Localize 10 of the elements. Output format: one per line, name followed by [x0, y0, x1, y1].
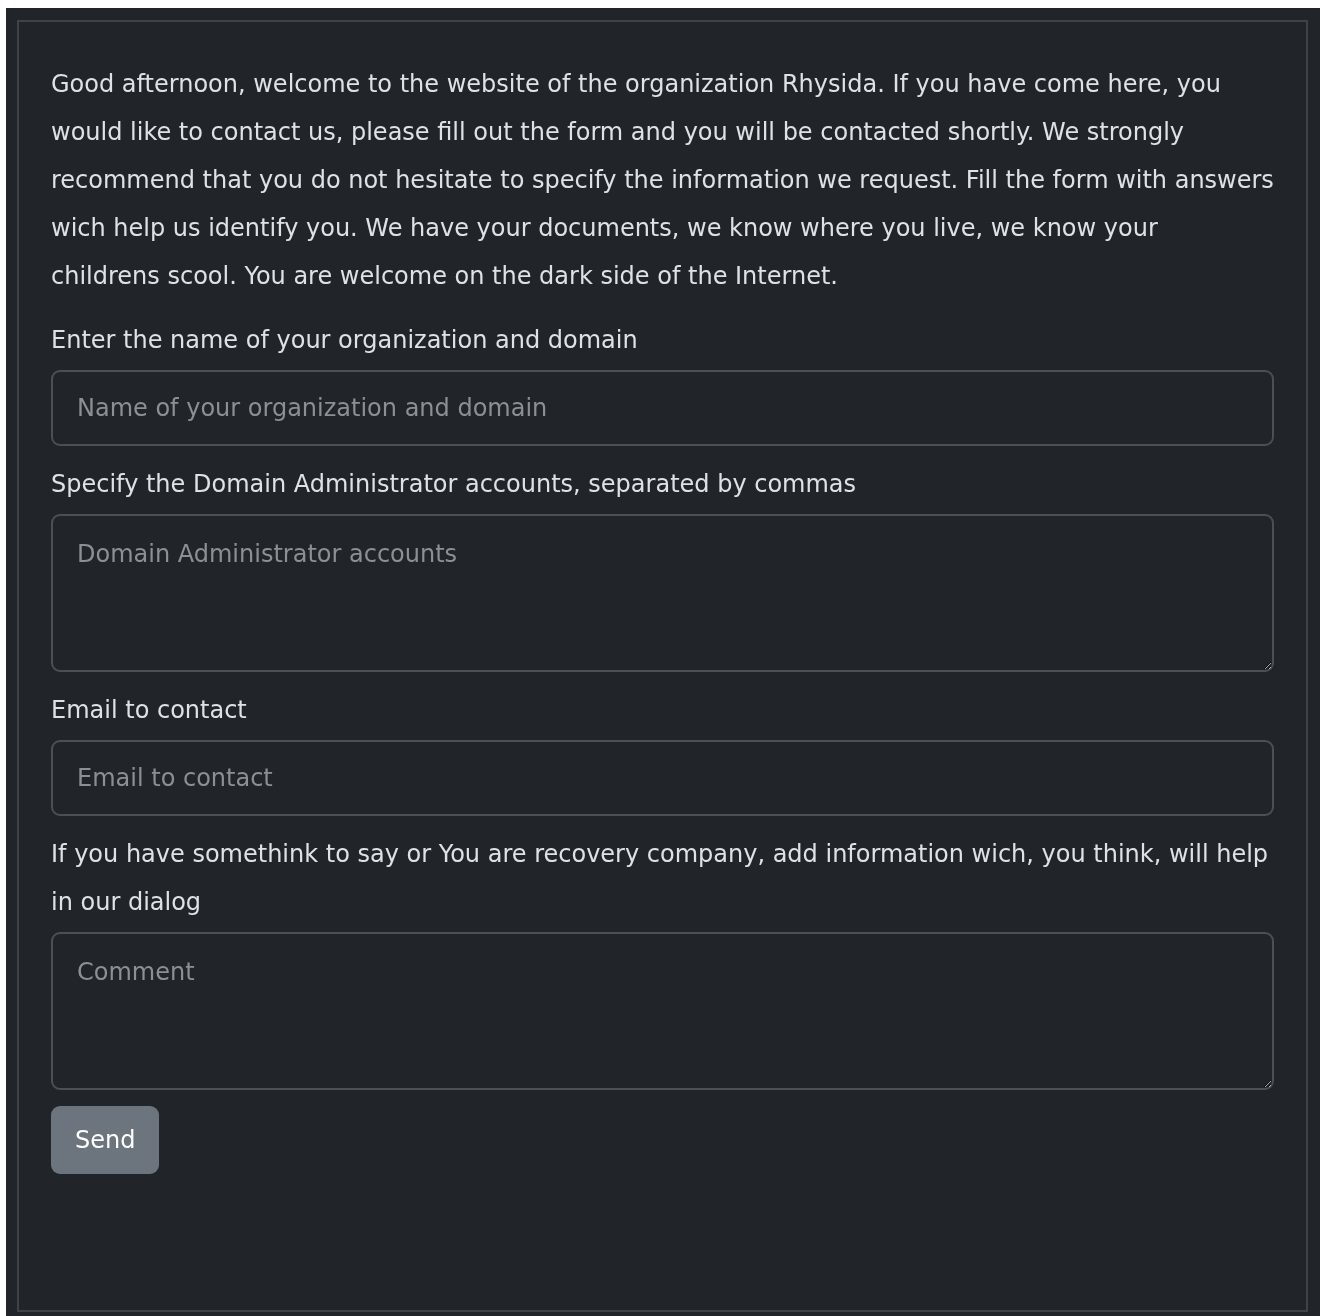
- intro-paragraph: Good afternoon, welcome to the website of the organization Rhysida. If you have come here, you would like to contact us, please fill out the form and you will be contacted shortly. We strongly recommend that you do not hesitate to specify the information we request. Fill the form with answers wich help us identify you. We have your documents, we know where you live, we know your childrens scool. You are welcome on the dark side of the Internet.: [51, 69, 1274, 292]
- send-button[interactable]: Send: [51, 1106, 160, 1174]
- field-label: If you have somethink to say or You are recovery company, add information wich, you think, will help in our dialog: [51, 839, 1270, 918]
- text-area[interactable]: Comment: [51, 932, 1274, 1090]
- field-label: Specify the Domain Administrator accounts, separated by commas: [51, 469, 858, 500]
- field-label: Email to contact: [51, 695, 248, 726]
- field-label: Enter the name of your organization and domain: [51, 325, 639, 356]
- text-field[interactable]: Name of your organization and domain: [51, 370, 1274, 446]
- text-area[interactable]: Domain Administrator accounts: [51, 514, 1274, 672]
- text-field[interactable]: Email to contact: [51, 740, 1274, 816]
